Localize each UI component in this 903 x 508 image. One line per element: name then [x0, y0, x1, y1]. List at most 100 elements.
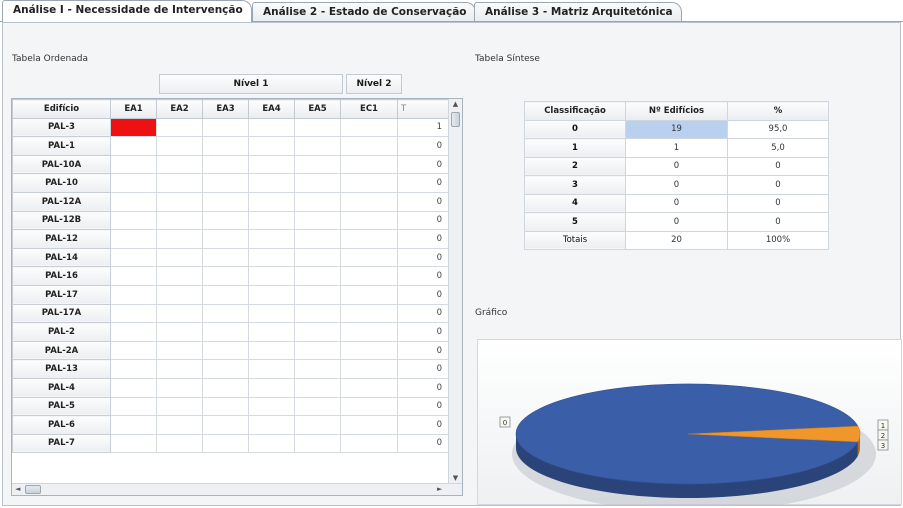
scroll-up-arrow-icon[interactable]: ▲: [449, 99, 462, 110]
building-count-cell[interactable]: 0: [625, 175, 728, 195]
grid-cell[interactable]: [340, 136, 398, 156]
column-header-ec1[interactable]: EC1: [340, 99, 398, 119]
grid-cell[interactable]: [248, 247, 295, 268]
grid-cell[interactable]: [294, 191, 341, 212]
grid-cell[interactable]: [110, 433, 157, 454]
row-header-building[interactable]: PAL-13: [12, 359, 111, 379]
grid-cell[interactable]: [110, 136, 157, 156]
row-header-building[interactable]: PAL-1: [12, 136, 111, 156]
grid-cell[interactable]: [110, 359, 157, 379]
building-count-cell[interactable]: 0: [625, 156, 728, 176]
grid-cell[interactable]: [294, 229, 341, 249]
grid-cell[interactable]: [294, 359, 341, 379]
grid-cell[interactable]: [156, 359, 203, 379]
grid-cell[interactable]: [294, 415, 341, 435]
grid-cell[interactable]: [110, 322, 157, 342]
grid-cell[interactable]: [110, 210, 157, 231]
grid-cell[interactable]: [248, 266, 295, 286]
grid-cell[interactable]: [248, 377, 295, 398]
grid-cell[interactable]: [340, 433, 398, 454]
grid-cell[interactable]: [156, 191, 203, 212]
table-row[interactable]: PAL-10 0: [12, 173, 451, 193]
table-row[interactable]: PAL-1 0: [12, 136, 451, 156]
building-count-cell[interactable]: 1: [625, 138, 728, 158]
grid-cell[interactable]: [248, 340, 295, 361]
grid-cell[interactable]: [294, 247, 341, 268]
horizontal-scrollbar[interactable]: ◄ ►: [12, 483, 462, 495]
vertical-scrollbar[interactable]: ▲ ▼: [448, 99, 462, 484]
grid-cell[interactable]: [110, 247, 157, 268]
grid-cell[interactable]: [110, 396, 157, 417]
table-row[interactable]: PAL-2 0: [12, 322, 451, 342]
column-header-ea2[interactable]: EA2: [156, 99, 203, 119]
grid-cell[interactable]: [156, 377, 203, 398]
grid-cell[interactable]: [340, 191, 398, 212]
row-header-building[interactable]: PAL-7: [12, 433, 111, 454]
grid-cell[interactable]: [156, 433, 203, 454]
grid-cell[interactable]: [110, 340, 157, 361]
grid-cell[interactable]: [248, 415, 295, 435]
grid-cell[interactable]: [340, 359, 398, 379]
grid-cell[interactable]: [156, 210, 203, 231]
grid-cell[interactable]: [110, 303, 157, 324]
grid-cell[interactable]: [110, 377, 157, 398]
grid-cell[interactable]: [340, 377, 398, 398]
grid-cell[interactable]: [156, 396, 203, 417]
grid-cell[interactable]: [156, 173, 203, 193]
grid-cell[interactable]: [156, 229, 203, 249]
row-header-building[interactable]: PAL-5: [12, 396, 111, 417]
table-row[interactable]: PAL-17 0: [12, 284, 451, 305]
grid-cell[interactable]: [340, 173, 398, 193]
grid-cell[interactable]: [248, 303, 295, 324]
grid-cell[interactable]: [156, 136, 203, 156]
grid-cell[interactable]: [202, 433, 249, 454]
grid-cell[interactable]: [248, 173, 295, 193]
grid-cell[interactable]: [110, 229, 157, 249]
row-header-building[interactable]: PAL-10: [12, 173, 111, 193]
table-row[interactable]: PAL-12A 0: [12, 191, 451, 212]
table-row[interactable]: PAL-12 0: [12, 229, 451, 249]
grid-cell[interactable]: [294, 266, 341, 286]
grid-cell[interactable]: [156, 340, 203, 361]
grid-cell[interactable]: [340, 154, 398, 175]
row-header-building[interactable]: PAL-2: [12, 322, 111, 342]
grid-cell[interactable]: [202, 396, 249, 417]
row-header-building[interactable]: PAL-6: [12, 415, 111, 435]
table-row[interactable]: PAL-16 0: [12, 266, 451, 286]
grid-cell[interactable]: [294, 396, 341, 417]
row-header-building[interactable]: PAL-17: [12, 284, 111, 305]
table-row[interactable]: PAL-3 1: [12, 117, 451, 138]
grid-cell[interactable]: [340, 117, 398, 138]
grid-cell[interactable]: [156, 284, 203, 305]
table-row[interactable]: PAL-2A 0: [12, 340, 451, 361]
grid-cell[interactable]: [248, 284, 295, 305]
grid-cell[interactable]: [248, 396, 295, 417]
grid-cell[interactable]: [294, 322, 341, 342]
grid-cell[interactable]: [202, 340, 249, 361]
grid-cell[interactable]: [202, 415, 249, 435]
column-header-edificio[interactable]: Edifício: [12, 99, 111, 119]
table-row[interactable]: PAL-10A 0: [12, 154, 451, 175]
grid-cell[interactable]: [110, 191, 157, 212]
horizontal-scroll-thumb[interactable]: [25, 485, 41, 494]
building-count-cell[interactable]: 19: [625, 119, 728, 139]
grid-cell[interactable]: [340, 322, 398, 342]
column-header-t[interactable]: T: [397, 99, 451, 119]
table-row[interactable]: PAL-13 0: [12, 359, 451, 379]
vertical-scroll-thumb[interactable]: [451, 112, 460, 127]
grid-cell[interactable]: [202, 191, 249, 212]
grid-cell[interactable]: [202, 229, 249, 249]
grid-cell[interactable]: [248, 433, 295, 454]
row-header-building[interactable]: PAL-2A: [12, 340, 111, 361]
grid-cell[interactable]: [294, 210, 341, 231]
tab-analise-2[interactable]: Análise 2 - Estado de Conservação: [252, 2, 476, 22]
grid-cell[interactable]: [294, 136, 341, 156]
grid-cell[interactable]: [202, 210, 249, 231]
row-header-building[interactable]: PAL-16: [12, 266, 111, 286]
table-row[interactable]: PAL-7 0: [12, 433, 451, 454]
grid-cell[interactable]: [294, 303, 341, 324]
grid-cell[interactable]: [156, 247, 203, 268]
table-row[interactable]: PAL-6 0: [12, 415, 451, 435]
table-row[interactable]: PAL-5 0: [12, 396, 451, 417]
building-count-cell[interactable]: 0: [625, 193, 728, 213]
